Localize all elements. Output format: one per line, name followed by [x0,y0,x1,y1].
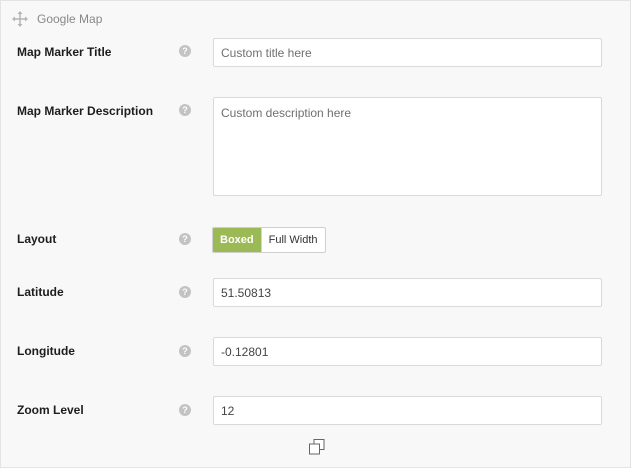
marker-title-input[interactable] [213,38,602,67]
zoom-level-label: Zoom Level [17,403,84,417]
layout-option-full-width[interactable]: Full Width [260,228,325,252]
help-icon[interactable]: ? [179,286,191,298]
help-icon[interactable]: ? [179,45,191,57]
panel-title: Google Map [37,12,103,26]
marker-title-label: Map Marker Title [17,45,112,59]
latitude-label: Latitude [17,285,64,299]
help-icon[interactable]: ? [179,345,191,357]
help-icon[interactable]: ? [179,233,191,245]
layout-toggle: Boxed Full Width [212,227,326,253]
longitude-input[interactable] [213,337,602,366]
move-icon[interactable] [12,11,28,27]
help-icon[interactable]: ? [179,104,191,116]
marker-description-textarea[interactable] [213,97,602,196]
help-icon[interactable]: ? [179,404,191,416]
google-map-panel: Google Map Map Marker Title ? Map Marker… [0,0,631,468]
longitude-label: Longitude [17,344,75,358]
layout-option-boxed[interactable]: Boxed [213,228,261,252]
panel-header[interactable]: Google Map [12,11,102,27]
latitude-input[interactable] [213,278,602,307]
clone-icon[interactable] [309,439,325,455]
layout-label: Layout [17,232,57,246]
marker-description-label: Map Marker Description [17,104,154,118]
zoom-level-input[interactable] [213,396,602,425]
